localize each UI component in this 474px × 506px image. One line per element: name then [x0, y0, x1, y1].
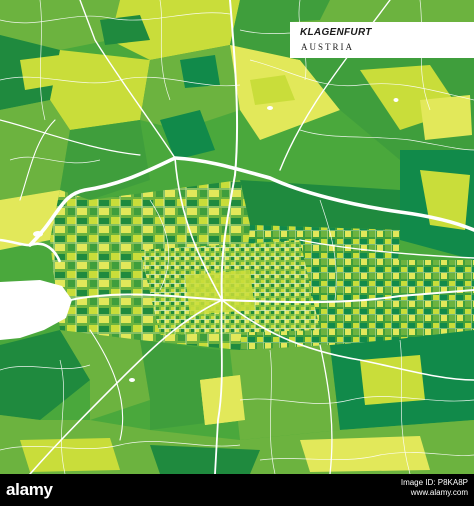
footer-meta: Image ID: P8KA8P www.alamy.com	[401, 478, 468, 498]
map-title-box: KLAGENFURT AUSTRIA	[290, 22, 474, 58]
map-title: KLAGENFURT	[300, 27, 372, 38]
map-subtitle: AUSTRIA	[301, 42, 355, 52]
image-id-text: Image ID: P8KA8P	[400, 478, 468, 487]
alamy-logo[interactable]: alamy	[6, 480, 53, 500]
map-canvas[interactable]	[0, 0, 474, 474]
site-url-link[interactable]: www.alamy.com	[401, 488, 468, 498]
